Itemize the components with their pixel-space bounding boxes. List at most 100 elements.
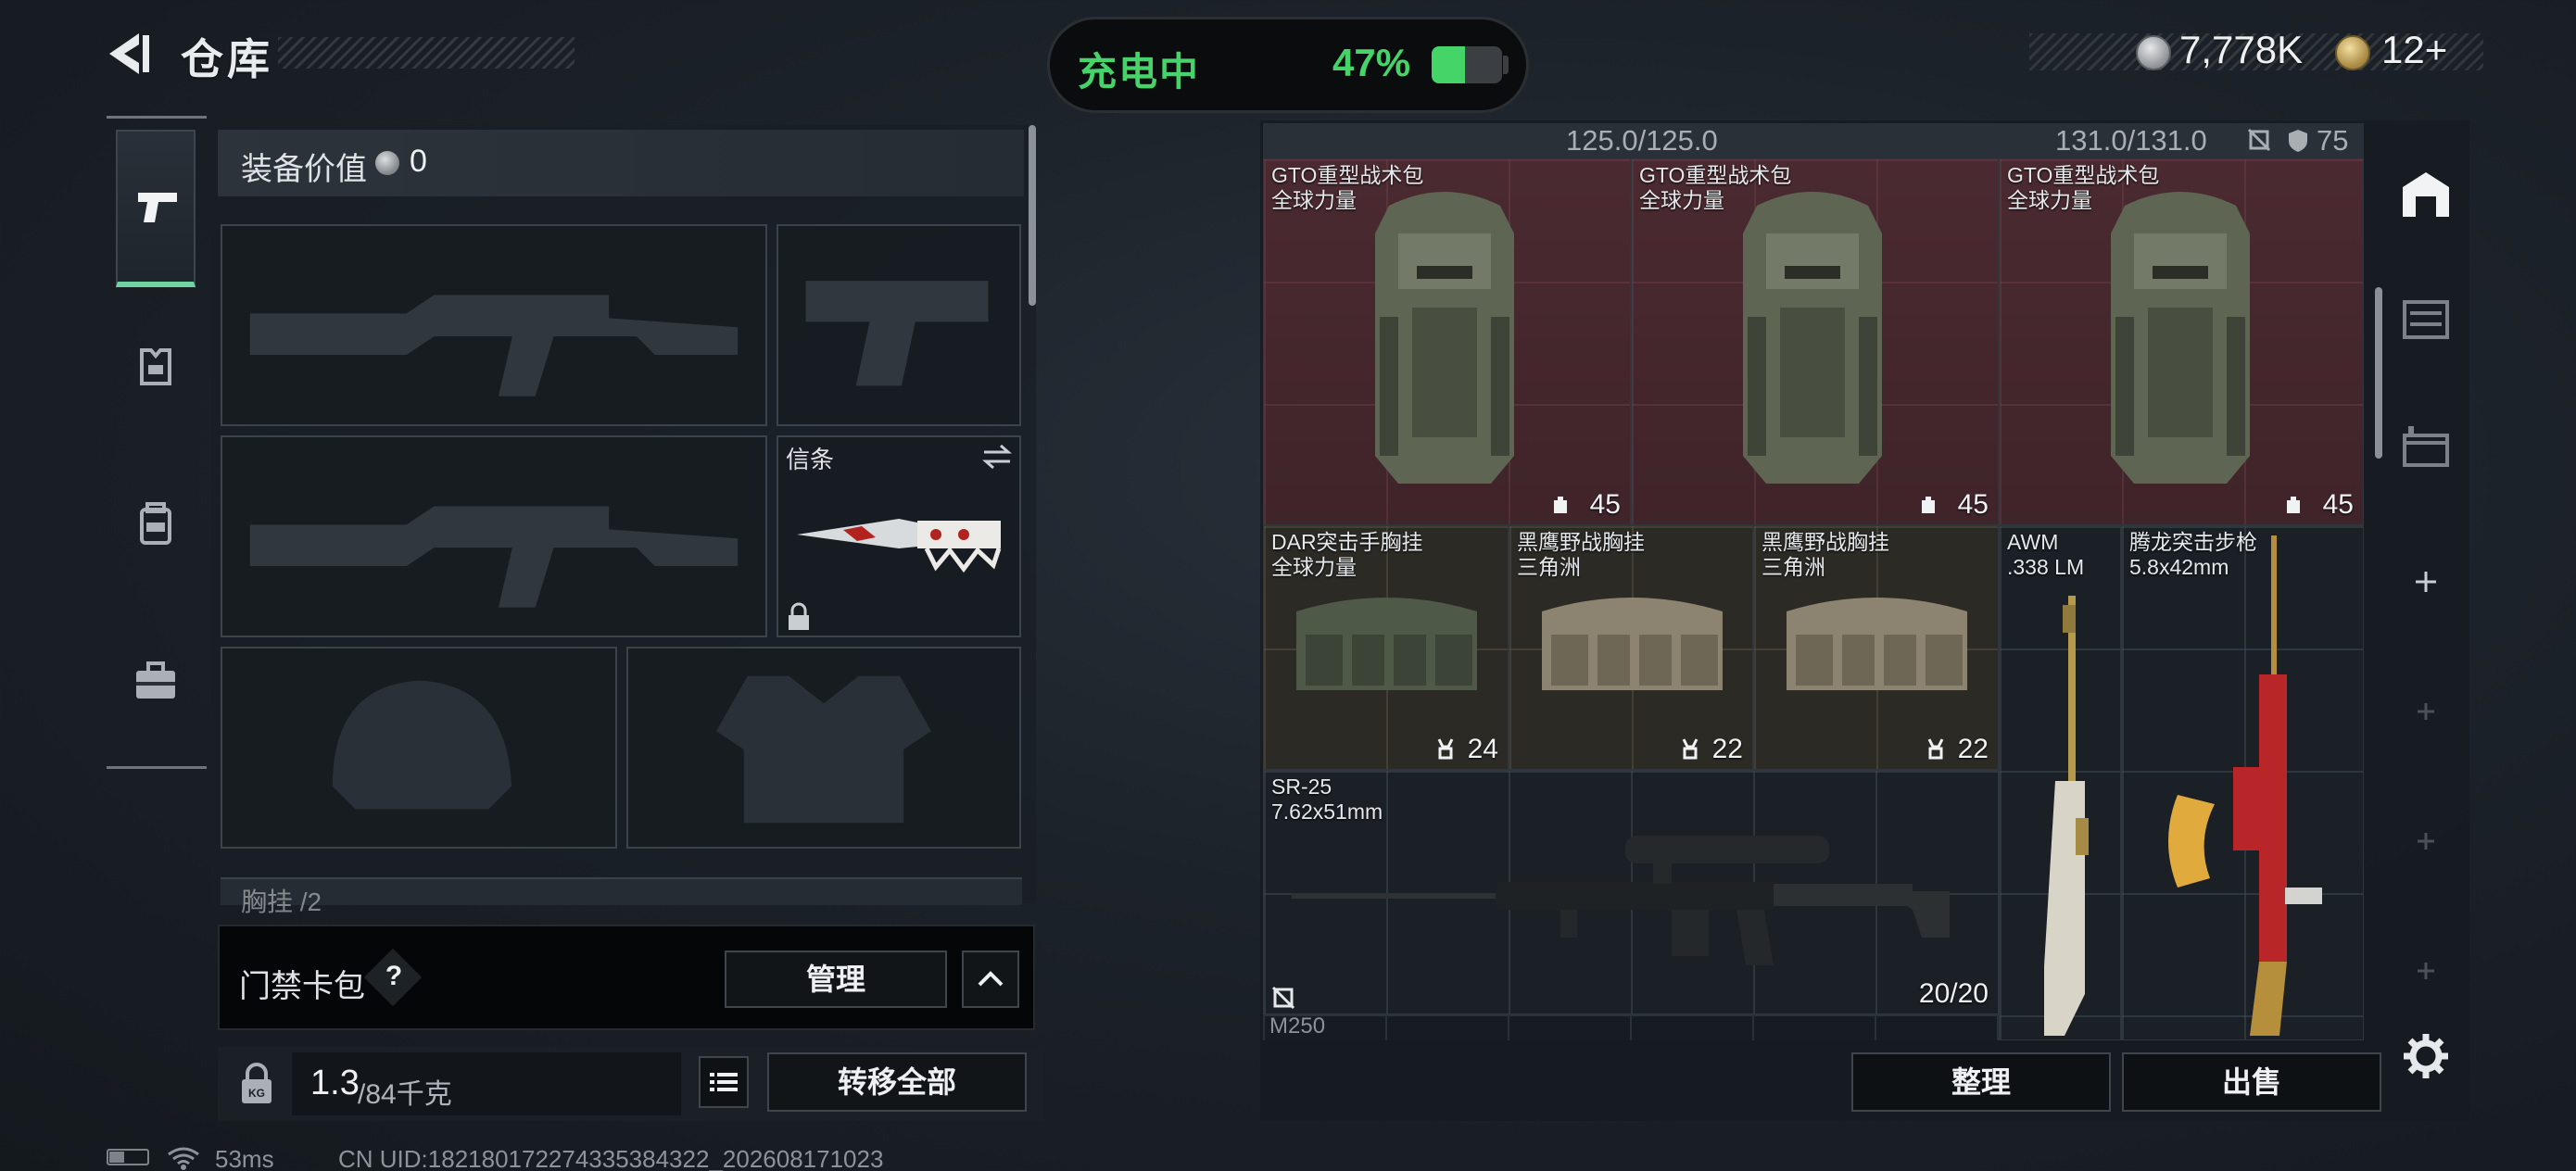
weight-current: 1.3 bbox=[310, 1064, 360, 1102]
title-decoration bbox=[278, 37, 575, 69]
add-stash-tab-slot bbox=[2395, 681, 2456, 742]
transfer-all-button[interactable]: 转移全部 bbox=[767, 1052, 1027, 1112]
stash-item-dragon-rifle[interactable]: 腾龙突击步枪 5.8x42mm bbox=[2121, 525, 2364, 1040]
item-name: 黑鹰野战胸挂 bbox=[1762, 530, 1889, 554]
stash-home-button[interactable] bbox=[2395, 165, 2456, 226]
item-name: AWM bbox=[2007, 530, 2059, 554]
primary-weapon-slot-1[interactable] bbox=[221, 224, 767, 426]
chest-rig-image bbox=[1542, 598, 1723, 690]
helmet-silhouette-icon bbox=[332, 680, 512, 810]
equipment-scrollbar[interactable] bbox=[1029, 125, 1036, 306]
chevron-up-icon bbox=[978, 971, 1004, 987]
rig-capacity-icon bbox=[1437, 738, 1454, 760]
backpack-image bbox=[1375, 192, 1514, 484]
stash-item-backpack-2[interactable]: GTO重型战术包 全球力量 45 bbox=[1631, 158, 1999, 525]
sidearm-slot[interactable] bbox=[777, 224, 1021, 426]
capacity-icon bbox=[1922, 497, 1935, 513]
stash-capacity-2: 131.0/131.0 bbox=[2055, 124, 2207, 157]
charging-label: 充电中 bbox=[1078, 50, 1201, 94]
stash-scrollbar[interactable] bbox=[2375, 287, 2382, 459]
body-armor-slot[interactable] bbox=[626, 647, 1021, 849]
shield-icon bbox=[2289, 130, 2307, 152]
stash-capacity-1: 125.0/125.0 bbox=[1566, 124, 1718, 157]
stash-tab-2-button[interactable] bbox=[2395, 289, 2456, 350]
marksman-rifle-image bbox=[1292, 836, 1950, 965]
warehouse-icon bbox=[2403, 172, 2449, 217]
stash-item-chest-rig-1[interactable]: DAR突击手胸挂 全球力量 24 bbox=[1263, 525, 1509, 770]
stash-item-awm[interactable]: AWM .338 LM bbox=[1999, 525, 2121, 1040]
primary-weapon-slot-2[interactable] bbox=[221, 435, 767, 637]
plus-icon bbox=[2418, 963, 2434, 979]
add-stash-tab-slot bbox=[2395, 940, 2456, 1001]
no-insure-icon bbox=[2247, 128, 2271, 152]
container-icon bbox=[2403, 300, 2449, 339]
item-capacity: 45 bbox=[1589, 489, 1621, 520]
plus-icon bbox=[2416, 572, 2436, 592]
back-arrow-icon bbox=[109, 33, 149, 74]
pistol-icon bbox=[138, 193, 177, 222]
stash-tab-3-button[interactable] bbox=[2395, 417, 2456, 478]
swap-icon[interactable] bbox=[980, 443, 1014, 471]
tab-backpack[interactable] bbox=[116, 445, 196, 602]
item-capacity: 22 bbox=[1957, 734, 1989, 764]
item-name: 黑鹰野战胸挂 bbox=[1517, 530, 1645, 554]
wifi-icon bbox=[165, 1145, 202, 1171]
lock-icon bbox=[789, 602, 809, 630]
equipment-value-amount: 0 bbox=[410, 144, 427, 179]
gold-currency-amount: 12+ bbox=[2381, 28, 2448, 71]
armor-vest-icon bbox=[140, 348, 171, 385]
stash-item-sr25[interactable]: SR-25 7.62x51mm 20/20 bbox=[1263, 770, 1999, 1014]
item-ammo-count: 20/20 bbox=[1918, 978, 1989, 1009]
item-capacity: 45 bbox=[2322, 489, 2354, 520]
weight-lock-button[interactable]: KG bbox=[234, 1061, 280, 1107]
stash-item-backpack-3[interactable]: GTO重型战术包 全球力量 45 bbox=[1999, 158, 2364, 525]
plus-icon bbox=[2418, 833, 2434, 850]
settings-button[interactable] bbox=[2400, 1030, 2452, 1082]
stash-item-chest-rig-3[interactable]: 黑鹰野战胸挂 三角洲 22 bbox=[1753, 525, 1999, 770]
manage-button[interactable]: 管理 bbox=[725, 951, 947, 1008]
gear-icon bbox=[2404, 1034, 2448, 1078]
ping-readout: 53ms bbox=[215, 1145, 274, 1171]
armor-silhouette-icon bbox=[716, 675, 931, 824]
pistol-silhouette-icon bbox=[805, 281, 989, 386]
battery-icon bbox=[1432, 46, 1502, 83]
capacity-icon bbox=[2287, 497, 2300, 513]
melee-slot-label: 信条 bbox=[786, 446, 835, 473]
sell-button[interactable]: 出售 bbox=[2122, 1052, 2381, 1112]
item-subtitle: 全球力量 bbox=[1271, 188, 1357, 212]
item-name: DAR突击手胸挂 bbox=[1271, 530, 1423, 554]
backpack-image bbox=[2111, 192, 2250, 484]
stash-item-chest-rig-2[interactable]: 黑鹰野战胸挂 三角洲 22 bbox=[1509, 525, 1753, 770]
melee-slot[interactable]: 信条 bbox=[777, 435, 1021, 637]
rifle-silhouette-icon bbox=[249, 506, 739, 608]
crate-icon bbox=[2403, 426, 2449, 467]
item-subtitle: 全球力量 bbox=[2007, 188, 2092, 212]
tab-weapons[interactable] bbox=[116, 130, 196, 287]
backpack-image bbox=[1743, 192, 1882, 484]
next-item-label: M250 bbox=[1269, 1014, 1326, 1039]
device-battery-fill bbox=[109, 1152, 124, 1163]
collapse-button[interactable] bbox=[962, 951, 1019, 1008]
tab-case[interactable] bbox=[116, 602, 196, 760]
item-capacity: 45 bbox=[1957, 489, 1989, 520]
silver-coin-icon bbox=[2136, 35, 2171, 70]
battery-fill bbox=[1432, 46, 1465, 83]
add-stash-tab-slot bbox=[2395, 811, 2456, 872]
item-subtitle: 三角洲 bbox=[1517, 555, 1581, 579]
silver-currency-amount: 7,778K bbox=[2179, 28, 2304, 71]
helmet-slot[interactable] bbox=[221, 647, 617, 849]
tab-armor[interactable] bbox=[116, 287, 196, 445]
equipment-value-label: 装备价值 bbox=[241, 152, 367, 187]
chest-rig-section-label: 胸挂 /2 bbox=[241, 888, 322, 916]
add-stash-tab-button[interactable] bbox=[2395, 551, 2456, 612]
stash-item-backpack-1[interactable]: GTO重型战术包 全球力量 45 bbox=[1263, 158, 1631, 525]
list-view-button[interactable] bbox=[699, 1056, 749, 1108]
gold-coin-icon bbox=[2335, 35, 2370, 70]
organize-button[interactable]: 整理 bbox=[1851, 1052, 2111, 1112]
assault-rifle-image bbox=[2168, 535, 2322, 1036]
plus-icon bbox=[2418, 703, 2434, 720]
rig-capacity-icon bbox=[1927, 738, 1944, 760]
back-button[interactable] bbox=[102, 26, 158, 82]
no-insure-icon bbox=[1271, 986, 1295, 1010]
rifle-silhouette-icon bbox=[249, 295, 739, 397]
